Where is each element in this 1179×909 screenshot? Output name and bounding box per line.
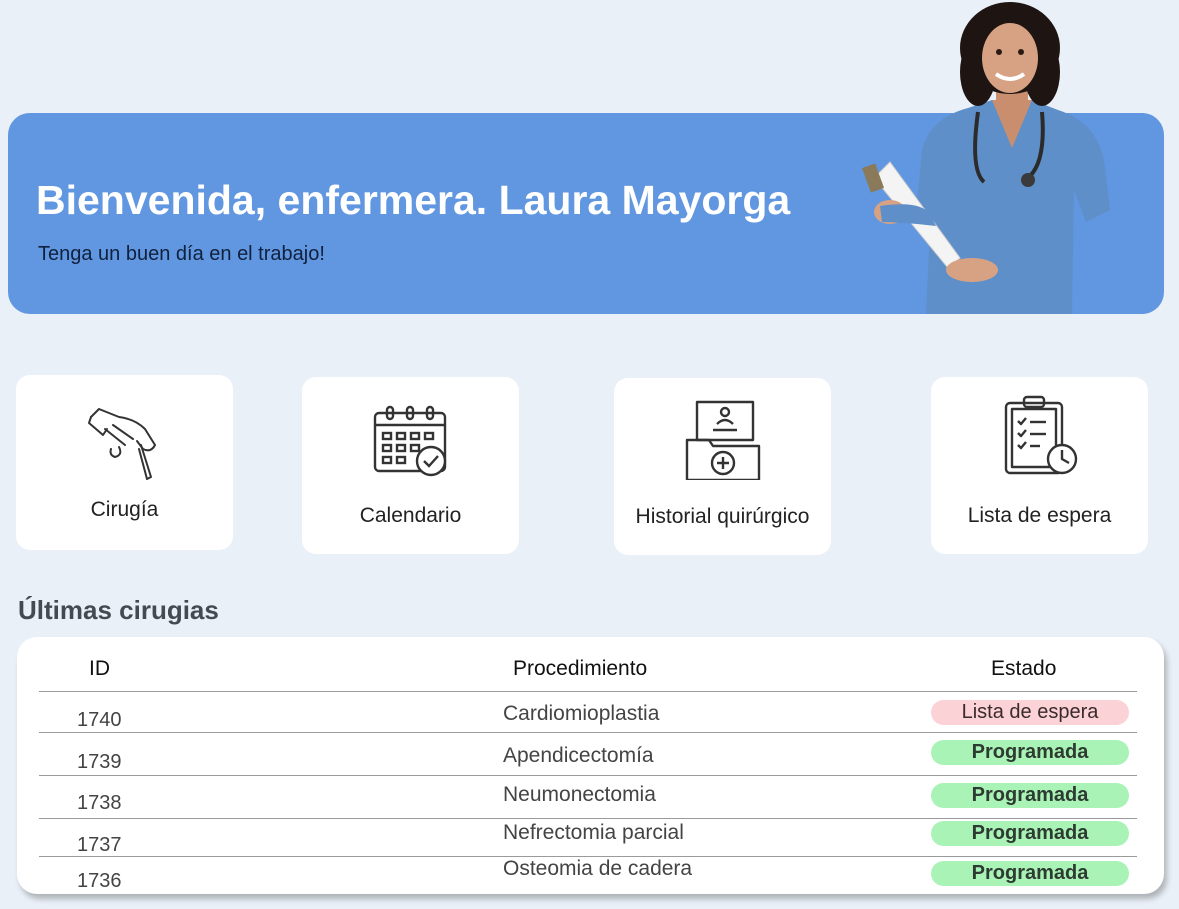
row-id: 1739: [77, 751, 122, 773]
divider: [39, 691, 1137, 692]
card-label: Calendario: [359, 504, 462, 527]
row-procedure: Neumonectomia: [503, 783, 656, 806]
row-procedure: Cardiomioplastia: [503, 702, 660, 725]
status-badge: Lista de espera: [931, 700, 1129, 725]
divider: [39, 818, 1137, 819]
row-id: 1738: [77, 792, 122, 814]
header-status: Estado: [991, 657, 1057, 680]
status-badge: Programada: [931, 861, 1129, 886]
status-badge: Programada: [931, 783, 1129, 808]
status-badge: Programada: [931, 821, 1129, 846]
row-procedure: Apendicectomía: [503, 744, 654, 767]
status-badge: Programada: [931, 740, 1129, 765]
section-title: Últimas cirugias: [18, 595, 219, 625]
calendar-check-icon: [373, 405, 446, 477]
card-surgery[interactable]: Cirugía: [16, 375, 233, 550]
surgeries-table: ID Procedimiento Estado 1740 Cardiomiopl…: [17, 637, 1164, 894]
nurse-illustration: [861, 2, 1110, 314]
divider: [39, 732, 1137, 733]
divider: [39, 775, 1137, 776]
row-id: 1736: [77, 870, 122, 892]
card-calendar[interactable]: Calendario: [302, 377, 519, 554]
card-surgical-history[interactable]: Historial quirúrgico: [614, 378, 831, 555]
card-label: Cirugía: [90, 498, 159, 521]
card-label: Historial quirúrgico: [635, 505, 810, 528]
scalpel-hand-icon: [87, 408, 156, 480]
header-id: ID: [89, 657, 110, 680]
row-id: 1740: [77, 709, 122, 731]
row-procedure: Osteomia de cadera: [503, 857, 693, 880]
medical-folder-icon: [685, 400, 760, 480]
card-label: Lista de espera: [967, 504, 1112, 527]
row-id: 1737: [77, 834, 122, 856]
welcome-title: Bienvenida, enfermera. Laura Mayorga: [36, 177, 791, 223]
row-procedure: Nefrectomia parcial: [503, 821, 684, 844]
card-waiting-list[interactable]: Lista de espera: [931, 377, 1148, 554]
clipboard-clock-icon: [1004, 395, 1077, 475]
header-procedure: Procedimiento: [513, 657, 648, 680]
welcome-subtitle: Tenga un buen día en el trabajo!: [38, 243, 325, 265]
